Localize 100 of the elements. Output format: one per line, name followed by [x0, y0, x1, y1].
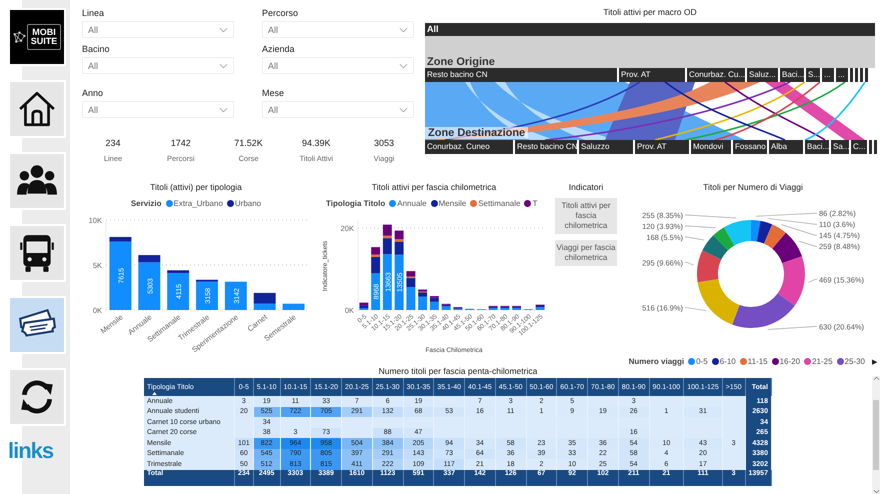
- origin-node[interactable]: Conurbaz. Cu...: [687, 68, 745, 82]
- bar[interactable]: [359, 305, 368, 308]
- bar[interactable]: [500, 308, 510, 310]
- donut-slice[interactable]: [713, 227, 734, 250]
- bar[interactable]: [382, 224, 392, 236]
- bar[interactable]: [382, 238, 392, 254]
- chevron-down-icon: [219, 106, 228, 112]
- donut-slice[interactable]: [702, 235, 728, 260]
- destination-node[interactable]: Fossano: [733, 140, 767, 154]
- origin-node[interactable]: Prov. AT: [619, 68, 685, 82]
- bar[interactable]: [406, 278, 416, 288]
- scroll-thumb[interactable]: [873, 400, 879, 470]
- bar[interactable]: [254, 292, 276, 304]
- legend-item[interactable]: Urbano: [226, 199, 262, 208]
- legend-item[interactable]: Settimanale: [470, 199, 520, 208]
- donut-slice[interactable]: [778, 256, 805, 306]
- destination-node[interactable]: [869, 140, 872, 154]
- destination-node[interactable]: Resto bacino CN: [515, 140, 577, 154]
- tickets-nav-button[interactable]: [8, 296, 66, 354]
- filter-label: Bacino: [82, 44, 111, 54]
- filter-dropdown[interactable]: All: [82, 101, 234, 118]
- donut-slice[interactable]: [756, 220, 772, 244]
- root-node[interactable]: All: [425, 23, 875, 36]
- legend-item[interactable]: Mensile: [430, 199, 466, 208]
- filter-dropdown[interactable]: All: [82, 21, 234, 38]
- origin-node[interactable]: Baci...: [780, 68, 804, 82]
- legend-item[interactable]: 6-10: [712, 357, 736, 366]
- indicator-button[interactable]: Viaggi per fascia chilometrica: [555, 240, 617, 266]
- bar[interactable]: [359, 302, 368, 306]
- destination-node[interactable]: Conurbaz. Cuneo: [425, 140, 513, 154]
- bar[interactable]: [406, 271, 416, 276]
- bar[interactable]: [418, 292, 428, 296]
- bar[interactable]: [488, 308, 498, 310]
- bar[interactable]: [418, 290, 428, 292]
- home-nav-button[interactable]: [8, 80, 66, 138]
- filter-dropdown[interactable]: All: [262, 57, 414, 74]
- bar[interactable]: [406, 276, 416, 278]
- legend-item[interactable]: 25-30: [836, 357, 866, 366]
- destination-node[interactable]: Baci...: [805, 140, 829, 154]
- filter-label: Percorso: [262, 8, 300, 18]
- origin-node[interactable]: S...: [806, 68, 820, 82]
- destination-node[interactable]: C...: [851, 140, 867, 154]
- destination-node[interactable]: Alba: [769, 140, 803, 154]
- legend-item[interactable]: 11-15: [740, 357, 768, 366]
- chart-title: Titoli per Numero di Viaggi: [703, 182, 803, 192]
- origin-node[interactable]: Resto bacino CN: [425, 68, 617, 82]
- bar[interactable]: [394, 242, 404, 255]
- filter-label: Azienda: [262, 44, 296, 54]
- bar[interactable]: [167, 270, 190, 273]
- legend-item[interactable]: Extra_Urbano: [166, 199, 223, 208]
- legend-title: Tipologia Titolo: [326, 199, 386, 208]
- bus-nav-button[interactable]: [8, 224, 66, 282]
- origin-node[interactable]: ...: [822, 68, 834, 82]
- bar[interactable]: [442, 306, 451, 310]
- legend-item[interactable]: 0-5: [688, 357, 708, 366]
- donut-slice[interactable]: [764, 224, 786, 249]
- leader-line: [684, 236, 704, 240]
- origin-node[interactable]: [865, 68, 868, 82]
- origin-node[interactable]: [850, 68, 853, 82]
- bar[interactable]: [430, 298, 439, 302]
- scroll-up-icon[interactable]: [872, 376, 880, 381]
- chevron-down-icon: [399, 62, 408, 68]
- donut-slice[interactable]: [697, 250, 722, 282]
- origin-node[interactable]: [855, 68, 858, 82]
- filter-dropdown[interactable]: All: [82, 57, 234, 74]
- legend-item[interactable]: Annuale: [389, 199, 427, 208]
- origin-node[interactable]: Saluz...: [747, 68, 778, 82]
- scrollbar[interactable]: [872, 376, 880, 494]
- bar[interactable]: [138, 255, 160, 262]
- bar[interactable]: [371, 256, 380, 274]
- destination-node[interactable]: Prov. AT: [635, 140, 689, 154]
- origin-node[interactable]: [860, 68, 863, 82]
- bar[interactable]: [109, 236, 132, 242]
- indicator-button[interactable]: Titoli attivi per fascia chilometrica: [555, 198, 617, 234]
- bar[interactable]: [512, 308, 522, 310]
- chart-title: Titoli (attivi) per tipologia: [150, 182, 242, 192]
- scroll-down-icon[interactable]: [872, 489, 880, 494]
- people-nav-button[interactable]: [8, 152, 66, 210]
- network-icon: [13, 30, 26, 44]
- donut-slice[interactable]: [751, 220, 760, 242]
- bar[interactable]: [371, 247, 380, 254]
- bar[interactable]: [196, 280, 218, 282]
- refresh-nav-button[interactable]: [8, 368, 66, 426]
- donut-slice[interactable]: [698, 279, 740, 325]
- legend-item[interactable]: 21-25: [804, 357, 833, 366]
- donut-slice[interactable]: [732, 293, 795, 328]
- destination-node[interactable]: [874, 140, 877, 154]
- donut-slice[interactable]: [772, 232, 802, 264]
- legend-item[interactable]: 16-20: [772, 357, 800, 366]
- legend-item[interactable]: T: [524, 199, 538, 208]
- origin-node[interactable]: ...: [836, 68, 848, 82]
- destination-node[interactable]: Sa...: [831, 140, 849, 154]
- destination-node[interactable]: Mondovi: [691, 140, 731, 154]
- filter-dropdown[interactable]: All: [262, 101, 414, 118]
- bar[interactable]: [394, 230, 404, 240]
- leader-line: [684, 226, 716, 228]
- chevron-down-icon: [399, 26, 408, 32]
- destination-node[interactable]: Saluzzo: [579, 140, 633, 154]
- filter-dropdown[interactable]: All: [262, 21, 414, 38]
- table-title: Numero titoli per fascia penta-chilometrica: [378, 366, 538, 376]
